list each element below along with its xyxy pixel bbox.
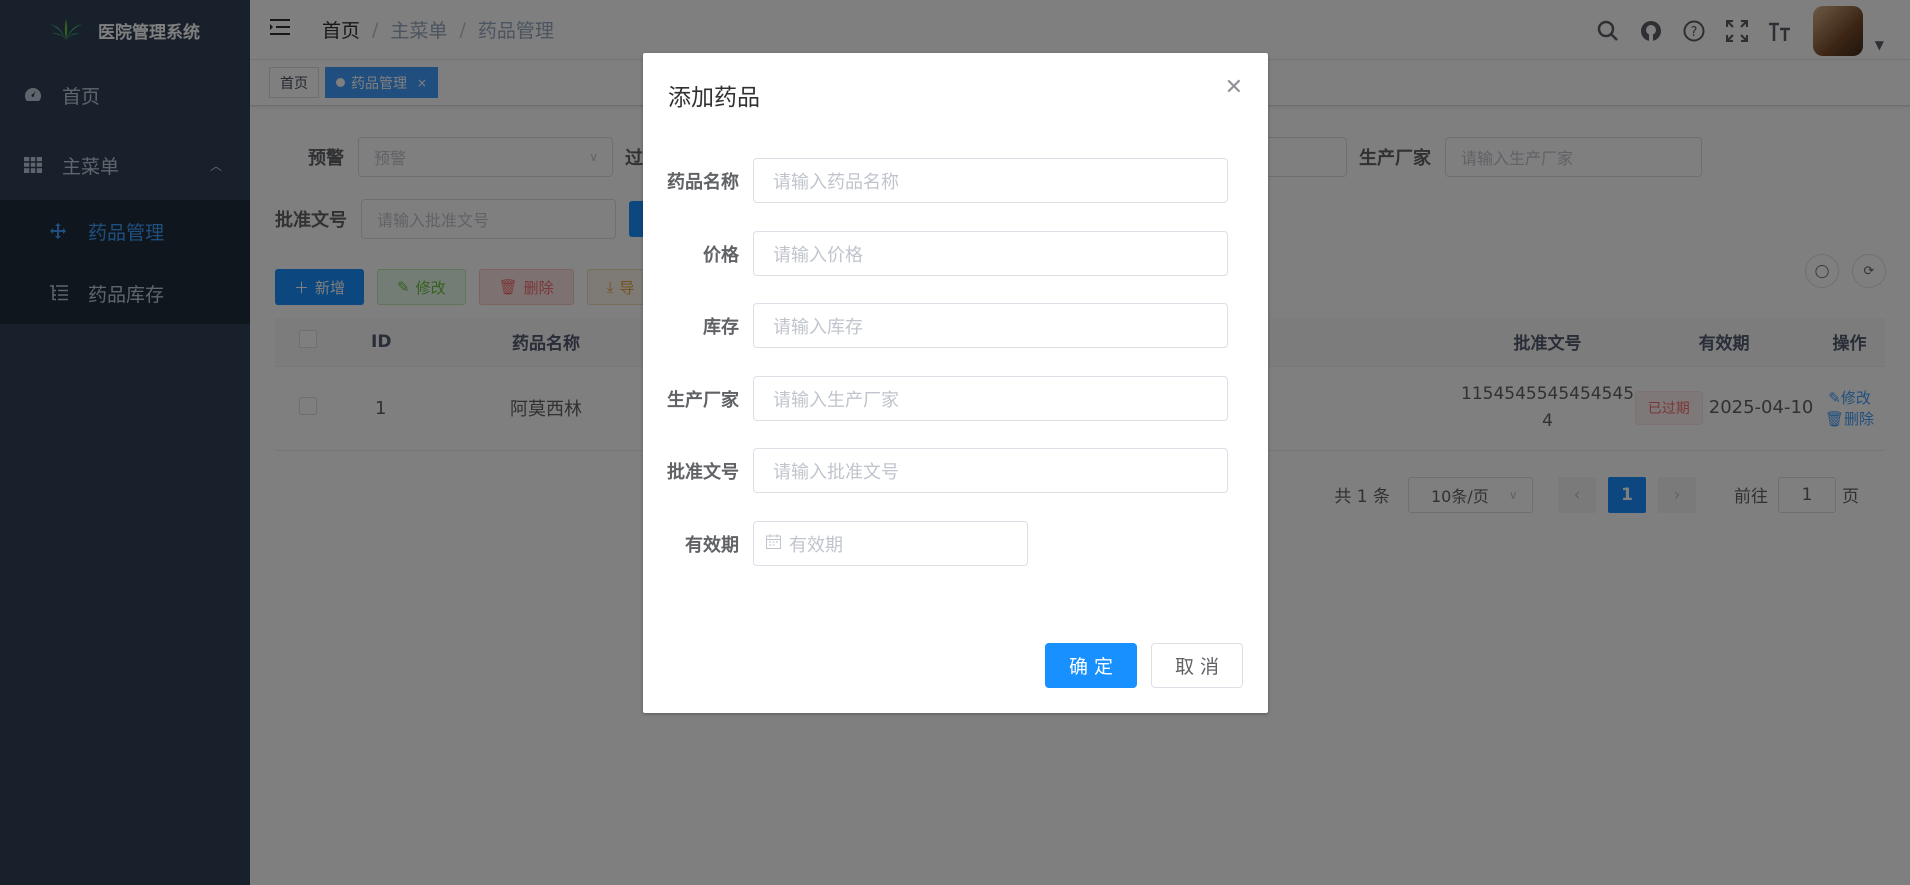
dialog-title: 添加药品 xyxy=(668,85,760,111)
dialog-footer: 确 定 取 消 xyxy=(1031,643,1243,688)
field-expiry-date: 有效期 有效期 xyxy=(643,521,1028,566)
field-stock: 库存 请输入库存 xyxy=(643,303,1228,348)
placeholder: 请输入生产厂家 xyxy=(773,389,899,411)
field-price: 价格 请输入价格 xyxy=(643,231,1228,276)
placeholder: 请输入药品名称 xyxy=(773,171,899,193)
calendar-icon xyxy=(766,533,781,554)
confirm-button[interactable]: 确 定 xyxy=(1045,643,1137,688)
placeholder: 有效期 xyxy=(789,534,843,556)
expiry-date-picker[interactable]: 有效期 xyxy=(753,521,1028,566)
add-drug-dialog: 添加药品 ✕ 药品名称 请输入药品名称 价格 请输入价格 库存 请输入库存 生产… xyxy=(643,53,1268,713)
field-label: 药品名称 xyxy=(667,171,739,193)
field-manufacturer: 生产厂家 请输入生产厂家 xyxy=(643,376,1228,421)
placeholder: 请输入库存 xyxy=(773,316,863,338)
field-label: 生产厂家 xyxy=(667,389,739,411)
field-label: 库存 xyxy=(703,316,739,338)
cancel-button[interactable]: 取 消 xyxy=(1151,643,1243,688)
placeholder: 请输入价格 xyxy=(773,244,863,266)
placeholder: 请输入批准文号 xyxy=(773,461,899,483)
price-input[interactable]: 请输入价格 xyxy=(753,231,1228,276)
field-label: 价格 xyxy=(703,244,739,266)
field-label: 有效期 xyxy=(685,534,739,556)
close-icon[interactable]: ✕ xyxy=(1225,75,1243,100)
manufacturer-input[interactable]: 请输入生产厂家 xyxy=(753,376,1228,421)
field-approval-number: 批准文号 请输入批准文号 xyxy=(643,448,1228,493)
stock-input[interactable]: 请输入库存 xyxy=(753,303,1228,348)
field-label: 批准文号 xyxy=(667,461,739,483)
drug-name-input[interactable]: 请输入药品名称 xyxy=(753,158,1228,203)
field-drug-name: 药品名称 请输入药品名称 xyxy=(643,158,1228,203)
approval-number-input[interactable]: 请输入批准文号 xyxy=(753,448,1228,493)
